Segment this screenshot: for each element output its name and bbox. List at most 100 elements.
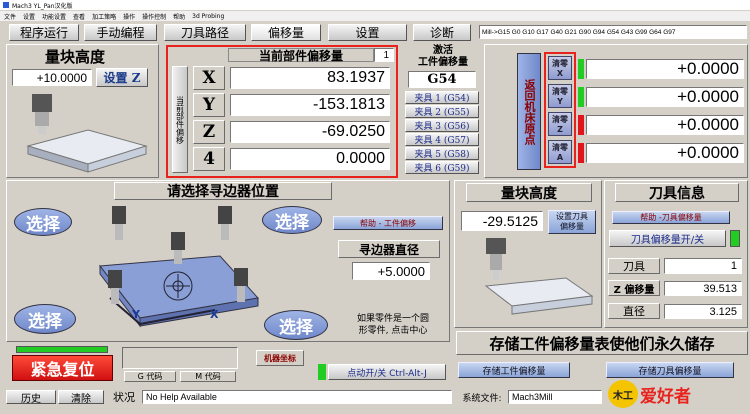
help-work-offset-button[interactable]: 帮助 - 工件偏移 — [333, 216, 443, 230]
file-field: Mach3Mill — [508, 390, 602, 404]
gauge-title: 量块高度 — [44, 47, 105, 66]
title-bar: Mach3 YL_Pan汉化版 — [0, 0, 750, 10]
estop-label: 紧急复位 — [30, 360, 95, 379]
diameter-label: 直径 — [608, 303, 660, 319]
fixture-4-button[interactable]: 夹具 4 (G57) — [405, 133, 479, 146]
menu-settings[interactable]: 设置 — [23, 12, 35, 21]
machine-x-field: +0.0000 — [586, 59, 744, 79]
set-tool-offset-button[interactable]: 设置刀具 偏移量 — [548, 210, 596, 234]
edge-diameter-field[interactable]: +5.0000 — [352, 262, 430, 280]
active-fixture-field: G54 — [408, 71, 476, 88]
edge-finder-title: 请选择寻边器位置 — [114, 182, 332, 200]
save-banner: 存储工件偏移量表使他们永久储存 — [456, 331, 748, 355]
machine-coord-label[interactable]: 机器坐标 — [256, 350, 304, 366]
z-offset-label: Z 偏移量 — [608, 280, 660, 296]
tab-toolpath[interactable]: 刀具路径 — [164, 24, 246, 41]
help-tool-offset-button[interactable]: 帮助 -刀具偏移量 — [612, 211, 730, 224]
tab-offsets[interactable]: 偏移量 — [251, 24, 321, 41]
tool-info-title: 刀具信息 — [615, 183, 739, 202]
file-label: 系统文件: — [462, 393, 502, 404]
axis-x-text: X — [210, 308, 219, 321]
tab-mdi[interactable]: 手动编程 — [84, 24, 157, 41]
gcode-display — [122, 347, 238, 369]
menu-3d-probing[interactable]: 3d Probing — [192, 13, 224, 20]
select-top-right-button[interactable]: 选择 — [262, 206, 322, 234]
menu-bar: 文件 设置 功能设置 查看 加工策略 操作 操作控制 帮助 3d Probing — [0, 11, 750, 21]
app-icon — [3, 2, 9, 8]
menu-function[interactable]: 功能设置 — [42, 12, 66, 21]
menu-control[interactable]: 操作控制 — [142, 12, 166, 21]
tab-diagnostics[interactable]: 诊断 — [413, 24, 471, 41]
tab-program-run[interactable]: 程序运行 — [9, 24, 79, 41]
menu-wizard[interactable]: 加工策略 — [92, 12, 116, 21]
axis-x-label: X — [193, 66, 225, 90]
tool-offset-led — [730, 230, 740, 247]
machine-z-field: +0.0000 — [586, 115, 744, 135]
gauge-illustration — [26, 94, 148, 173]
save-work-offset-button[interactable]: 存储工件偏移量 — [458, 362, 570, 378]
watermark-logo: 木工 爱好者 — [608, 379, 750, 409]
tool-offset-toggle-button[interactable]: 刀具偏移量开/关 — [609, 230, 726, 247]
offset-x-field[interactable]: 83.1937 — [230, 67, 390, 89]
z-offset-field[interactable]: 39.513 — [664, 281, 742, 296]
fixture-6-button[interactable]: 夹具 6 (G59) — [405, 161, 479, 174]
led-a — [578, 143, 584, 163]
select-bottom-right-button[interactable]: 选择 — [264, 310, 328, 340]
status-label: 状况 — [113, 391, 135, 404]
zero-z-button[interactable]: 清零 Z — [548, 112, 572, 136]
estop-led — [16, 346, 108, 353]
offset-y-field[interactable]: -153.1813 — [230, 94, 390, 116]
logo-glyph: 木工 — [608, 380, 638, 408]
round-part-note: 如果零件是一个圆 形零件, 点击中心 — [356, 314, 429, 336]
menu-view[interactable]: 查看 — [73, 12, 85, 21]
zero-y-button[interactable]: 清零 Y — [548, 84, 572, 108]
edge-diameter-label: 寻边器直径 — [338, 240, 440, 258]
zero-x-button[interactable]: 清零 X — [548, 56, 572, 80]
work-offset-title: 当前部件偏移量 — [228, 48, 374, 63]
axis-y-label: Y — [193, 93, 225, 117]
tool-label: 刀具 — [608, 258, 660, 274]
set-z-button[interactable]: 设置 Z — [96, 68, 148, 87]
jog-led — [318, 364, 326, 380]
axis-y-text: Y — [131, 308, 141, 321]
active-offset-header: 激活 工件偏移量 — [418, 45, 468, 68]
mcode-label: M 代码 — [180, 371, 236, 382]
history-button[interactable]: 历史 — [6, 390, 56, 405]
fixture-5-button[interactable]: 夹具 5 (G58) — [405, 147, 479, 160]
offset-z-field[interactable]: -69.0250 — [230, 121, 390, 143]
offset-4-field[interactable]: 0.0000 — [230, 148, 390, 170]
axis-4-label: 4 — [193, 147, 225, 171]
save-tool-offset-button[interactable]: 存储刀具偏移量 — [606, 362, 734, 378]
gauge2-height-field[interactable]: -29.5125 — [461, 211, 543, 231]
led-x — [578, 59, 584, 79]
fixture-3-button[interactable]: 夹具 3 (G56) — [405, 119, 479, 132]
current-offset-label: 当前部件偏移 — [175, 95, 185, 144]
gcode-label: G 代码 — [124, 371, 176, 382]
work-offset-index[interactable]: 1 — [374, 48, 394, 62]
clear-button[interactable]: 清除 — [58, 390, 104, 405]
status-field: No Help Available — [142, 390, 452, 404]
gauge-height-field[interactable]: +10.0000 — [12, 69, 92, 86]
return-home-label: 返回机床原点 — [523, 78, 536, 145]
gauge2-illustration — [484, 238, 594, 315]
return-home-button[interactable]: 返回机床原点 — [517, 53, 541, 170]
edge-finder-illustration: Y X — [99, 206, 259, 328]
tool-diameter-field[interactable]: 3.125 — [664, 304, 742, 319]
logo-text: 爱好者 — [640, 386, 691, 407]
gcode-status-line: Mill->G15 G0 G10 G17 G40 G21 G90 G94 G54… — [479, 25, 747, 39]
fixture-1-button[interactable]: 夹具 1 (G54) — [405, 91, 479, 104]
zero-a-button[interactable]: 清零 A — [548, 140, 572, 164]
led-z — [578, 115, 584, 135]
fixture-2-button[interactable]: 夹具 2 (G55) — [405, 105, 479, 118]
menu-help[interactable]: 帮助 — [173, 12, 185, 21]
estop-button[interactable]: 紧急复位 — [12, 355, 113, 381]
tab-settings[interactable]: 设置 — [328, 24, 407, 41]
gauge2-title: 量块高度 — [466, 183, 592, 202]
menu-file[interactable]: 文件 — [4, 12, 16, 21]
select-bottom-left-button[interactable]: 选择 — [14, 304, 76, 334]
menu-operate[interactable]: 操作 — [123, 12, 135, 21]
jog-toggle-button[interactable]: 点动开/关 Ctrl-Alt-J — [328, 364, 446, 380]
current-offset-button[interactable]: 当前部件偏移 — [172, 66, 188, 173]
tool-number-field[interactable]: 1 — [664, 258, 742, 274]
select-top-left-button[interactable]: 选择 — [14, 208, 72, 236]
